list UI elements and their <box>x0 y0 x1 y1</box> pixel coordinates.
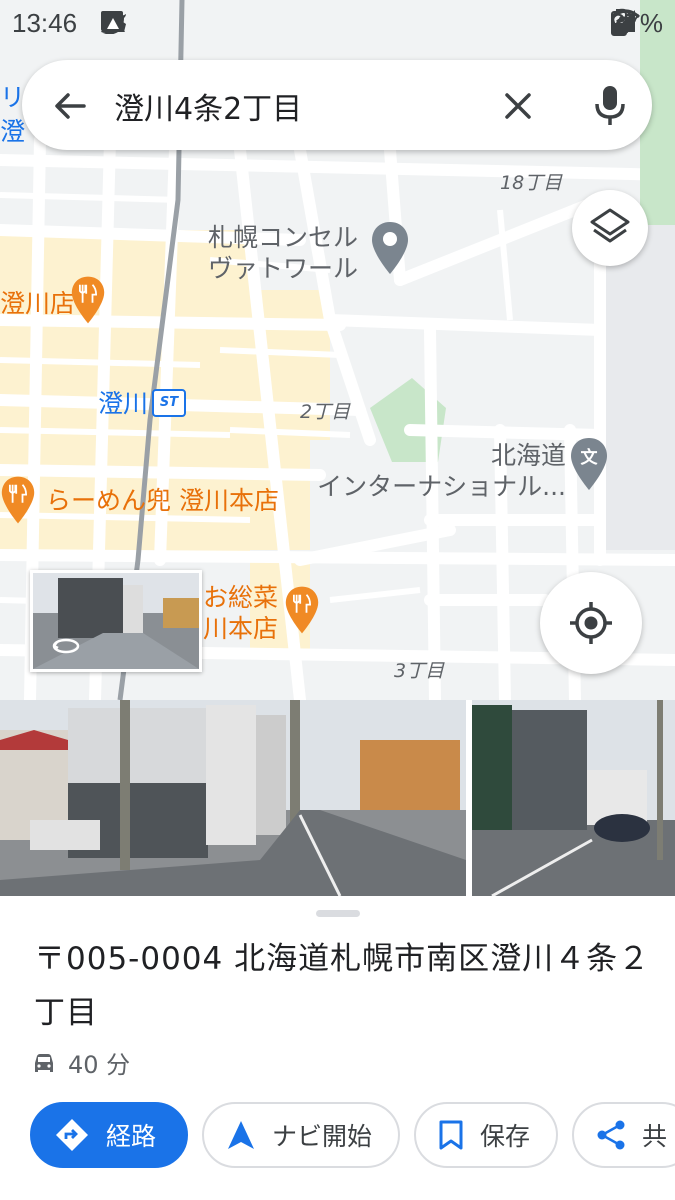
action-chips: 経路 ナビ開始 保存 共 <box>30 1102 675 1168</box>
drag-handle[interactable] <box>316 910 360 917</box>
restaurant-pin-icon[interactable] <box>0 472 36 528</box>
edge-label-sumi: 澄 <box>0 117 26 146</box>
share-button[interactable]: 共 <box>572 1102 675 1168</box>
crosshair-location-icon <box>570 602 612 644</box>
place-sheet[interactable]: 〒005-0004 北海道札幌市南区澄川４条２丁目 40 分 経路 ナビ開始 保… <box>0 700 675 1200</box>
poi-name-line: インターナショナル... <box>317 472 566 501</box>
navigation-arrow-icon <box>228 1121 255 1149</box>
district-label-3: 3丁目 <box>394 660 445 682</box>
poi-name-line: 川本店 <box>203 614 279 643</box>
poi-international-school[interactable]: 北海道 インターナショナル... <box>314 440 566 502</box>
directions-button[interactable]: 経路 <box>30 1102 189 1168</box>
place-pin-icon[interactable] <box>370 220 410 276</box>
microphone-icon[interactable] <box>588 82 632 128</box>
poi-name-line: 北海道 <box>490 441 566 470</box>
directions-icon <box>56 1119 88 1151</box>
place-photo[interactable] <box>472 700 675 896</box>
back-arrow-icon[interactable] <box>50 86 90 126</box>
restaurant-pin-icon[interactable] <box>70 272 106 328</box>
search-query[interactable]: 澄川4条2丁目 <box>114 84 302 128</box>
save-label: 保存 <box>480 1122 531 1151</box>
place-photo[interactable] <box>0 700 466 896</box>
dot-icon <box>101 11 109 19</box>
station-label[interactable]: 澄川 <box>98 388 148 419</box>
poi-name-line: 札幌コンセル <box>208 223 359 252</box>
poi-deli[interactable]: お総菜 川本店 <box>203 582 278 644</box>
poi-name-line: お総菜 <box>203 583 279 612</box>
eta-value: 40 分 <box>68 1051 131 1079</box>
svg-text:文: 文 <box>581 447 599 468</box>
district-label-18: 18丁目 <box>500 172 563 194</box>
bookmark-icon <box>439 1120 463 1150</box>
share-label: 共 <box>642 1122 668 1151</box>
restaurant-pin-icon[interactable] <box>284 582 320 638</box>
search-bar[interactable]: 澄川4条2丁目 <box>22 60 652 150</box>
directions-label: 経路 <box>106 1122 157 1151</box>
close-icon[interactable] <box>498 86 538 126</box>
share-icon <box>597 1120 625 1150</box>
subway-station-icon: ST <box>152 389 186 417</box>
layers-icon <box>590 208 630 243</box>
travel-time: 40 分 <box>32 1045 130 1080</box>
system-icons: 37% <box>610 8 663 39</box>
start-navigation-button[interactable]: ナビ開始 <box>202 1102 401 1168</box>
district-label-2: 2丁目 <box>300 401 351 423</box>
poi-concert-hall[interactable]: 札幌コンセル ヴァトワール <box>208 222 358 284</box>
status-bar: 13:46 37% <box>0 0 675 48</box>
street-view-thumbnail[interactable] <box>30 570 202 672</box>
rotate-360-icon <box>52 638 80 654</box>
clock: 13:46 <box>12 8 78 38</box>
my-location-button[interactable] <box>540 572 642 674</box>
battery-icon <box>610 9 627 36</box>
map-view[interactable]: 18丁目 2丁目 3丁目 リ 澄 札幌コンセル ヴァトワール 北海道 インターナ… <box>0 0 675 700</box>
layers-button[interactable] <box>572 190 648 266</box>
poi-ramen-shop[interactable]: らーめん兜 澄川本店 <box>46 485 279 516</box>
start-navigation-label: ナビ開始 <box>272 1122 373 1151</box>
car-icon <box>35 1053 53 1072</box>
save-button[interactable]: 保存 <box>414 1102 559 1168</box>
school-pin-icon[interactable]: 文 <box>569 436 609 492</box>
maps-screen: 18丁目 2丁目 3丁目 リ 澄 札幌コンセル ヴァトワール 北海道 インターナ… <box>0 0 675 1200</box>
poi-name-line: ヴァトワール <box>208 254 359 283</box>
place-address: 〒005-0004 北海道札幌市南区澄川４条２丁目 <box>34 941 651 1031</box>
poi-sumikawa-store[interactable]: 澄川店 <box>0 288 75 319</box>
